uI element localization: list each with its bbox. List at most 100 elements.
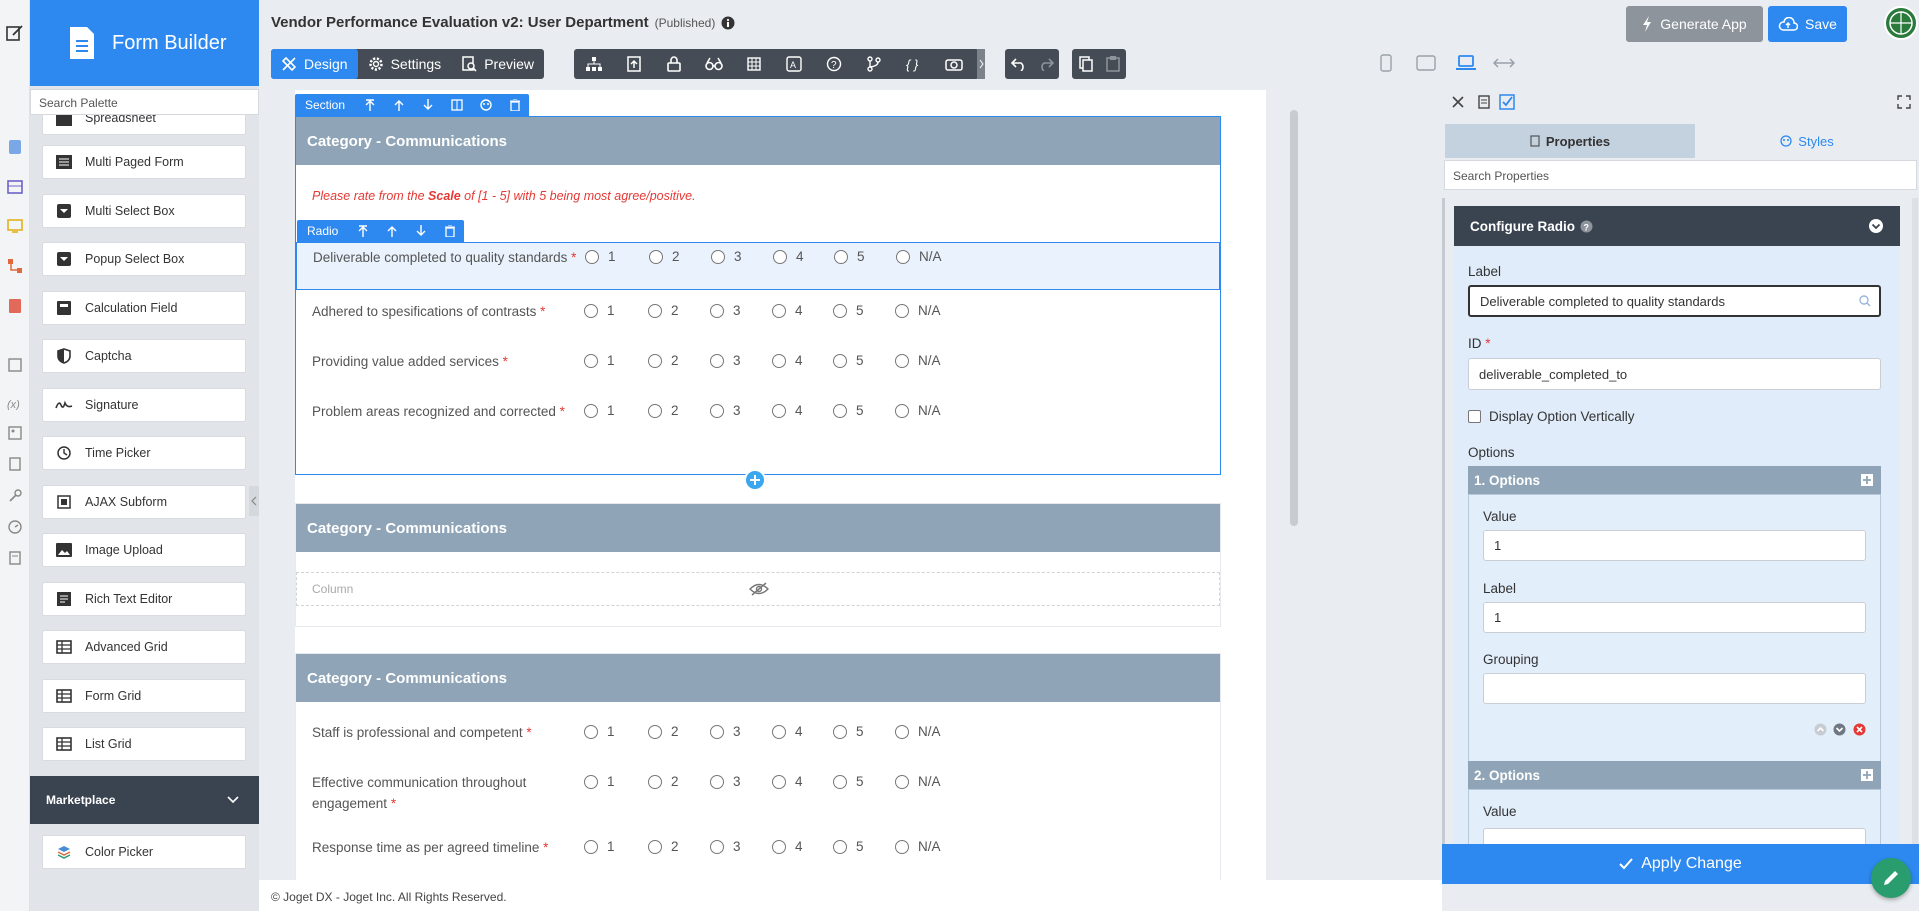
image-icon[interactable]: [6, 424, 24, 442]
radio-question-row[interactable]: Adhered to spesifications of contrasts *…: [296, 297, 1222, 327]
move-down-circle-icon[interactable]: [1833, 723, 1846, 736]
radio-option[interactable]: 1: [584, 353, 615, 368]
radio-option[interactable]: 2: [648, 403, 679, 418]
radio-button[interactable]: [584, 839, 598, 854]
radio-option[interactable]: 5: [833, 839, 864, 854]
palette-item-list-grid[interactable]: List Grid: [42, 727, 246, 761]
radio-button[interactable]: [649, 249, 663, 264]
upload-icon[interactable]: [614, 49, 654, 79]
radio-option[interactable]: 3: [710, 353, 741, 368]
radio-button[interactable]: [834, 249, 848, 264]
radio-option[interactable]: 4: [772, 403, 803, 418]
palette-item-multi-paged-form[interactable]: Multi Paged Form: [42, 145, 246, 179]
tab-preview[interactable]: Preview: [451, 49, 544, 79]
radio-option[interactable]: 2: [648, 724, 679, 739]
option-1-grouping-input[interactable]: [1483, 673, 1866, 704]
expand-icon[interactable]: [1897, 95, 1911, 109]
radio-button[interactable]: [772, 303, 786, 318]
radio-button[interactable]: [585, 249, 599, 264]
radio-button[interactable]: [648, 724, 662, 739]
label-input[interactable]: Deliverable completed to quality standar…: [1468, 285, 1881, 317]
redo-icon[interactable]: [1032, 49, 1059, 79]
radio-option[interactable]: 4: [773, 249, 804, 264]
radio-option[interactable]: 3: [710, 303, 741, 318]
radio-question-row[interactable]: Providing value added services * 1 2 3 4 5 N/A: [296, 347, 1222, 377]
table-icon[interactable]: [734, 49, 774, 79]
palette-item-advanced-grid[interactable]: Advanced Grid: [42, 630, 246, 664]
plus-square-icon[interactable]: [1861, 769, 1873, 781]
display-vertical-option[interactable]: Display Option Vertically: [1468, 409, 1635, 424]
radio-button[interactable]: [710, 774, 724, 789]
radio-button[interactable]: [710, 839, 724, 854]
palette-item-rich-text-editor[interactable]: Rich Text Editor: [42, 581, 246, 616]
radio-option[interactable]: 1: [585, 249, 616, 264]
radio-button[interactable]: [648, 303, 662, 318]
radio-button[interactable]: [648, 774, 662, 789]
radio-option[interactable]: 5: [833, 353, 864, 368]
radio-question-row[interactable]: Problem areas recognized and corrected *…: [296, 397, 1222, 445]
logs-icon[interactable]: [6, 549, 24, 567]
branch-icon[interactable]: [854, 49, 894, 79]
add-section-button[interactable]: [744, 469, 766, 491]
tab-styles[interactable]: Styles: [1695, 124, 1919, 158]
radio-option[interactable]: 3: [710, 774, 741, 789]
copy-icon[interactable]: [1072, 49, 1099, 79]
radio-button[interactable]: [773, 249, 787, 264]
radio-button[interactable]: [710, 303, 724, 318]
radio-button[interactable]: [710, 403, 724, 418]
toolbar-scroll-arrow[interactable]: [977, 49, 985, 79]
radio-option[interactable]: 4: [772, 724, 803, 739]
radio-option[interactable]: N/A: [895, 353, 941, 368]
radio-question-row[interactable]: Staff is professional and competent * 1 2 3…: [296, 718, 1222, 748]
datalist-icon[interactable]: [6, 178, 24, 196]
radio-button[interactable]: [772, 839, 786, 854]
performance-icon[interactable]: [6, 518, 24, 536]
option-1-header[interactable]: 1. Options: [1468, 466, 1881, 494]
radio-button[interactable]: [833, 353, 847, 368]
trash-icon[interactable]: [500, 94, 529, 116]
radio-button[interactable]: [710, 353, 724, 368]
plugin-icon[interactable]: [6, 487, 24, 505]
palette-item-color-picker[interactable]: Color Picker: [42, 835, 246, 869]
palette-item-signature[interactable]: Signature: [42, 387, 246, 422]
palette-search-input[interactable]: Search Palette: [30, 89, 259, 115]
tablet-view-icon[interactable]: [1416, 55, 1436, 71]
close-icon[interactable]: [1452, 96, 1464, 108]
move-up-top-icon[interactable]: [355, 94, 384, 116]
arrow-down-icon[interactable]: [406, 220, 435, 242]
document-icon[interactable]: [6, 455, 24, 473]
radio-option[interactable]: N/A: [895, 839, 941, 854]
section-3[interactable]: Category - Communications Staff is profe…: [295, 653, 1221, 883]
lock-icon[interactable]: [654, 49, 694, 79]
radio-option[interactable]: 4: [772, 839, 803, 854]
palette-item-popup-select-box[interactable]: Popup Select Box: [42, 242, 246, 276]
form-properties-icon[interactable]: [1478, 95, 1490, 109]
radio-option[interactable]: 3: [710, 724, 741, 739]
radio-button[interactable]: [833, 839, 847, 854]
radio-button[interactable]: [833, 303, 847, 318]
save-button[interactable]: Save: [1768, 6, 1847, 42]
radio-button[interactable]: [648, 839, 662, 854]
configure-radio-header[interactable]: Configure Radio?: [1454, 206, 1900, 246]
radio-option[interactable]: 2: [648, 774, 679, 789]
radio-button[interactable]: [833, 403, 847, 418]
radio-option[interactable]: N/A: [895, 724, 941, 739]
avatar[interactable]: [1884, 6, 1918, 40]
note-icon[interactable]: [6, 356, 24, 374]
radio-button[interactable]: [648, 403, 662, 418]
radio-button[interactable]: [895, 403, 909, 418]
help-icon[interactable]: ?: [814, 49, 854, 79]
tab-design[interactable]: Design: [271, 49, 358, 79]
edit-fab-button[interactable]: [1871, 858, 1911, 898]
report-icon[interactable]: [6, 297, 24, 315]
paste-icon[interactable]: [1099, 49, 1126, 79]
arrow-up-icon[interactable]: [377, 220, 406, 242]
radio-question-row[interactable]: Effective communication throughout engag…: [296, 768, 1222, 816]
radio-button[interactable]: [584, 774, 598, 789]
display-vertical-checkbox[interactable]: [1468, 410, 1481, 423]
remove-circle-icon[interactable]: [1853, 723, 1866, 736]
radio-option[interactable]: 1: [584, 724, 615, 739]
radio-question-row[interactable]: Response time as per agreed timeline * 1 2…: [296, 833, 1222, 863]
option-1-label-input[interactable]: 1: [1483, 602, 1866, 633]
radio-button[interactable]: [895, 774, 909, 789]
